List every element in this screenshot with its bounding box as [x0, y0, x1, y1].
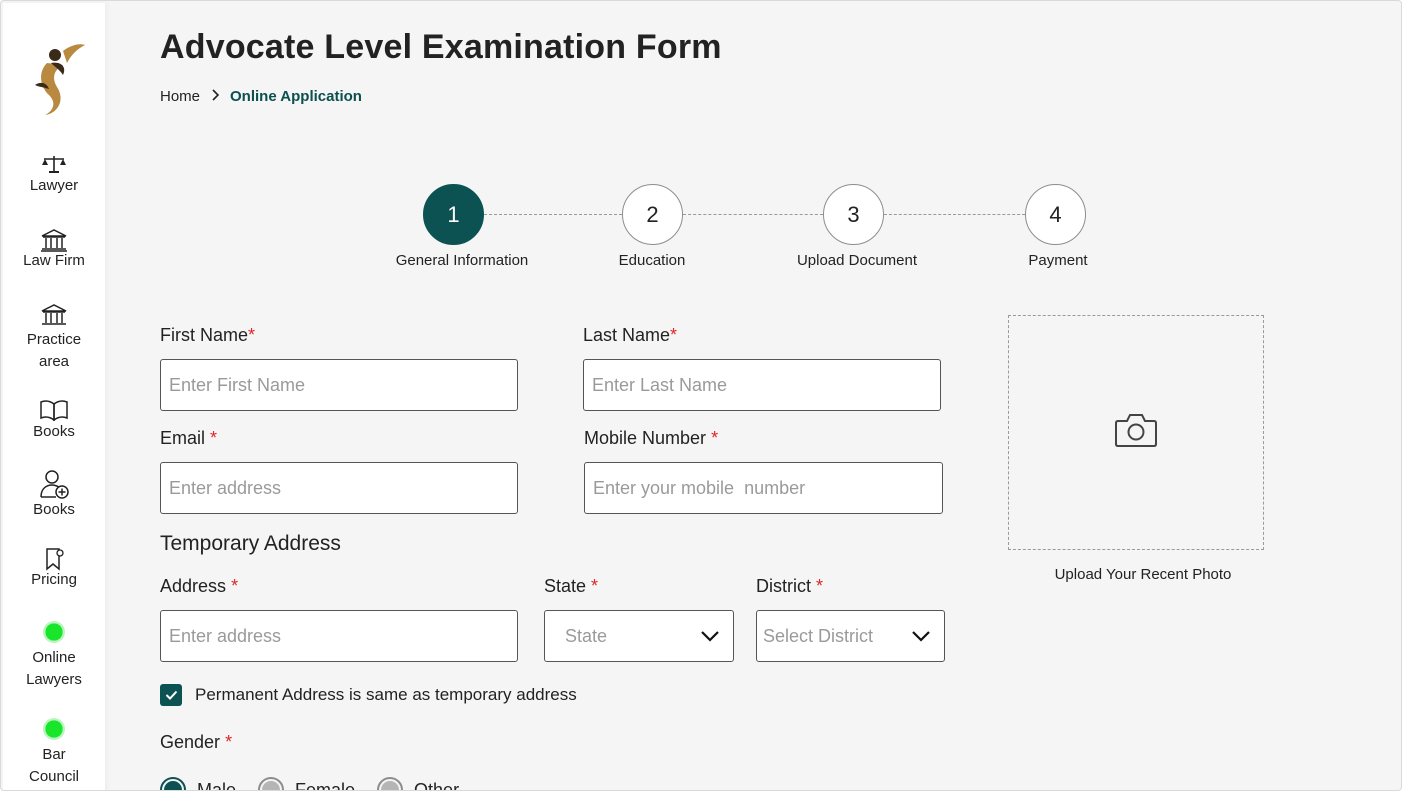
- mobile-number-label: Mobile Number *: [584, 428, 719, 448]
- state-select[interactable]: State: [544, 610, 734, 662]
- photo-upload-caption: Upload Your Recent Photo: [1054, 566, 1232, 583]
- mobile-number-input[interactable]: [584, 462, 943, 514]
- sidebar-item-pricing[interactable]: Pricing: [3, 547, 105, 591]
- sidebar-item-law-firm[interactable]: Law Firm: [3, 228, 105, 272]
- step-1-label: General Information: [395, 252, 529, 269]
- radio-label: Female: [295, 779, 356, 791]
- sidebar-item-label: Bar Council: [28, 746, 80, 785]
- radio-label: Male: [197, 779, 237, 791]
- district-select-value: Select District: [763, 625, 874, 646]
- sidebar-item-bar-council[interactable]: Bar Council: [3, 718, 105, 788]
- app-frame: Lawyer Law Firm Practice area Books Book…: [0, 0, 1402, 791]
- sidebar-item-label: Practice area: [26, 331, 82, 370]
- same-address-label: Permanent Address is same as temporary a…: [195, 685, 577, 704]
- stepper-connector: [484, 214, 622, 215]
- sidebar-item-label: Books: [33, 423, 75, 440]
- add-user-icon: [3, 469, 105, 499]
- radio-indicator: [160, 777, 186, 790]
- chevron-down-icon: [912, 626, 930, 647]
- sidebar-item-online-lawyers[interactable]: Online Lawyers: [3, 621, 105, 691]
- first-name-input[interactable]: [160, 359, 518, 411]
- sidebar: Lawyer Law Firm Practice area Books Book…: [3, 3, 105, 790]
- gender-radio-male[interactable]: Male: [160, 777, 237, 791]
- step-2-circle[interactable]: 2: [622, 184, 683, 245]
- district-label: District *: [756, 576, 824, 596]
- building-icon: [3, 228, 105, 252]
- stepper-connector: [683, 214, 823, 215]
- step-2-label: Education: [618, 252, 686, 269]
- address-label: Address *: [160, 576, 239, 596]
- sidebar-item-label: Books: [33, 501, 75, 518]
- breadcrumb-current: Online Application: [230, 88, 362, 105]
- last-name-label: Last Name*: [583, 325, 678, 345]
- address-input[interactable]: [160, 610, 518, 662]
- breadcrumb: Home Online Application: [160, 88, 362, 105]
- page-title: Advocate Level Examination Form: [160, 28, 722, 66]
- sidebar-item-label: Lawyer: [29, 177, 79, 194]
- same-address-checkbox[interactable]: [160, 684, 182, 706]
- online-dot-icon: [43, 621, 65, 643]
- chevron-down-icon: [701, 626, 719, 647]
- email-label: Email *: [160, 428, 218, 448]
- state-select-value: State: [565, 625, 608, 646]
- book-icon: [3, 399, 105, 421]
- email-input[interactable]: [160, 462, 518, 514]
- gender-radio-other[interactable]: Other: [377, 777, 460, 791]
- sidebar-item-label: Law Firm: [23, 252, 85, 269]
- gender-radio-female[interactable]: Female: [258, 777, 356, 791]
- state-label: State *: [544, 576, 599, 596]
- gender-radio-group: Male Female Other: [160, 777, 481, 791]
- sidebar-item-books[interactable]: Books: [3, 399, 105, 443]
- sidebar-item-lawyer[interactable]: Lawyer: [3, 153, 105, 197]
- logo[interactable]: [27, 33, 89, 119]
- step-1-circle[interactable]: 1: [423, 184, 484, 245]
- photo-upload-dropzone[interactable]: [1008, 315, 1264, 550]
- stepper-connector: [884, 214, 1025, 215]
- radio-indicator: [377, 777, 404, 790]
- step-4-circle[interactable]: 4: [1025, 184, 1086, 245]
- sidebar-item-practice-area[interactable]: Practice area: [3, 303, 105, 373]
- radio-indicator: [258, 777, 285, 790]
- same-address-checkbox-row[interactable]: Permanent Address is same as temporary a…: [160, 684, 577, 706]
- district-select[interactable]: Select District: [756, 610, 945, 662]
- step-3-label: Upload Document: [796, 252, 918, 269]
- first-name-label: First Name*: [160, 325, 256, 345]
- sidebar-item-label: Pricing: [31, 571, 77, 588]
- temporary-address-title: Temporary Address: [160, 532, 341, 555]
- chevron-right-icon: [212, 88, 220, 105]
- gender-label: Gender *: [160, 732, 233, 752]
- radio-label: Other: [414, 779, 460, 791]
- step-4-label: Payment: [1028, 252, 1088, 269]
- check-icon: [165, 690, 177, 700]
- bookmark-icon: [3, 547, 105, 571]
- step-3-circle[interactable]: 3: [823, 184, 884, 245]
- sidebar-item-books-2[interactable]: Books: [3, 469, 105, 521]
- camera-icon: [1114, 412, 1158, 453]
- sidebar-item-label: Online Lawyers: [26, 649, 82, 688]
- online-dot-icon: [43, 718, 65, 740]
- breadcrumb-home-link[interactable]: Home: [160, 88, 200, 105]
- courthouse-icon: [3, 303, 105, 325]
- last-name-input[interactable]: [583, 359, 941, 411]
- scales-icon: [3, 153, 105, 175]
